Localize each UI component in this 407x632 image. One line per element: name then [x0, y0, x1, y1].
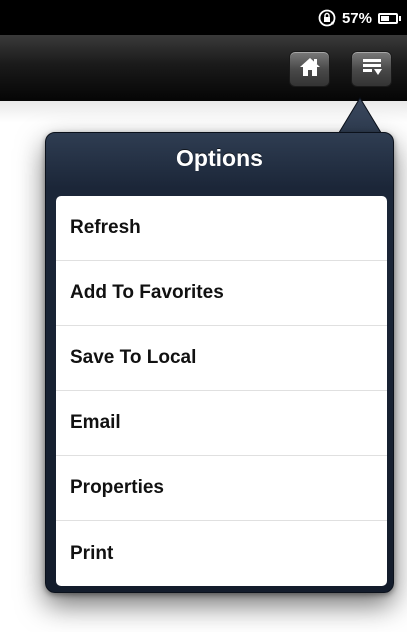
home-button[interactable]: [289, 51, 330, 87]
menu-item-email[interactable]: Email: [56, 391, 387, 456]
home-icon: [299, 57, 321, 82]
popover-title: Options: [176, 145, 263, 171]
options-popover: Options Refresh Add To Favorites Save To…: [45, 132, 394, 593]
menu-item-save-to-local[interactable]: Save To Local: [56, 326, 387, 391]
battery-percentage: 57%: [341, 9, 372, 27]
battery-icon: [378, 12, 401, 24]
menu-item-refresh[interactable]: Refresh: [56, 196, 387, 261]
menu-item-add-to-favorites[interactable]: Add To Favorites: [56, 261, 387, 326]
battery-fill: [381, 15, 389, 21]
options-menu-list: Refresh Add To Favorites Save To Local E…: [56, 196, 387, 586]
menu-item-print[interactable]: Print: [56, 521, 387, 586]
menu-list-icon: [361, 57, 383, 82]
status-bar: 57%: [0, 0, 407, 35]
options-menu-button[interactable]: [351, 51, 392, 87]
rotation-lock-icon: [318, 9, 336, 27]
navigation-bar: [0, 35, 407, 101]
menu-item-properties[interactable]: Properties: [56, 456, 387, 521]
popover-arrow: [336, 97, 384, 137]
status-right-group: 57%: [318, 8, 401, 28]
